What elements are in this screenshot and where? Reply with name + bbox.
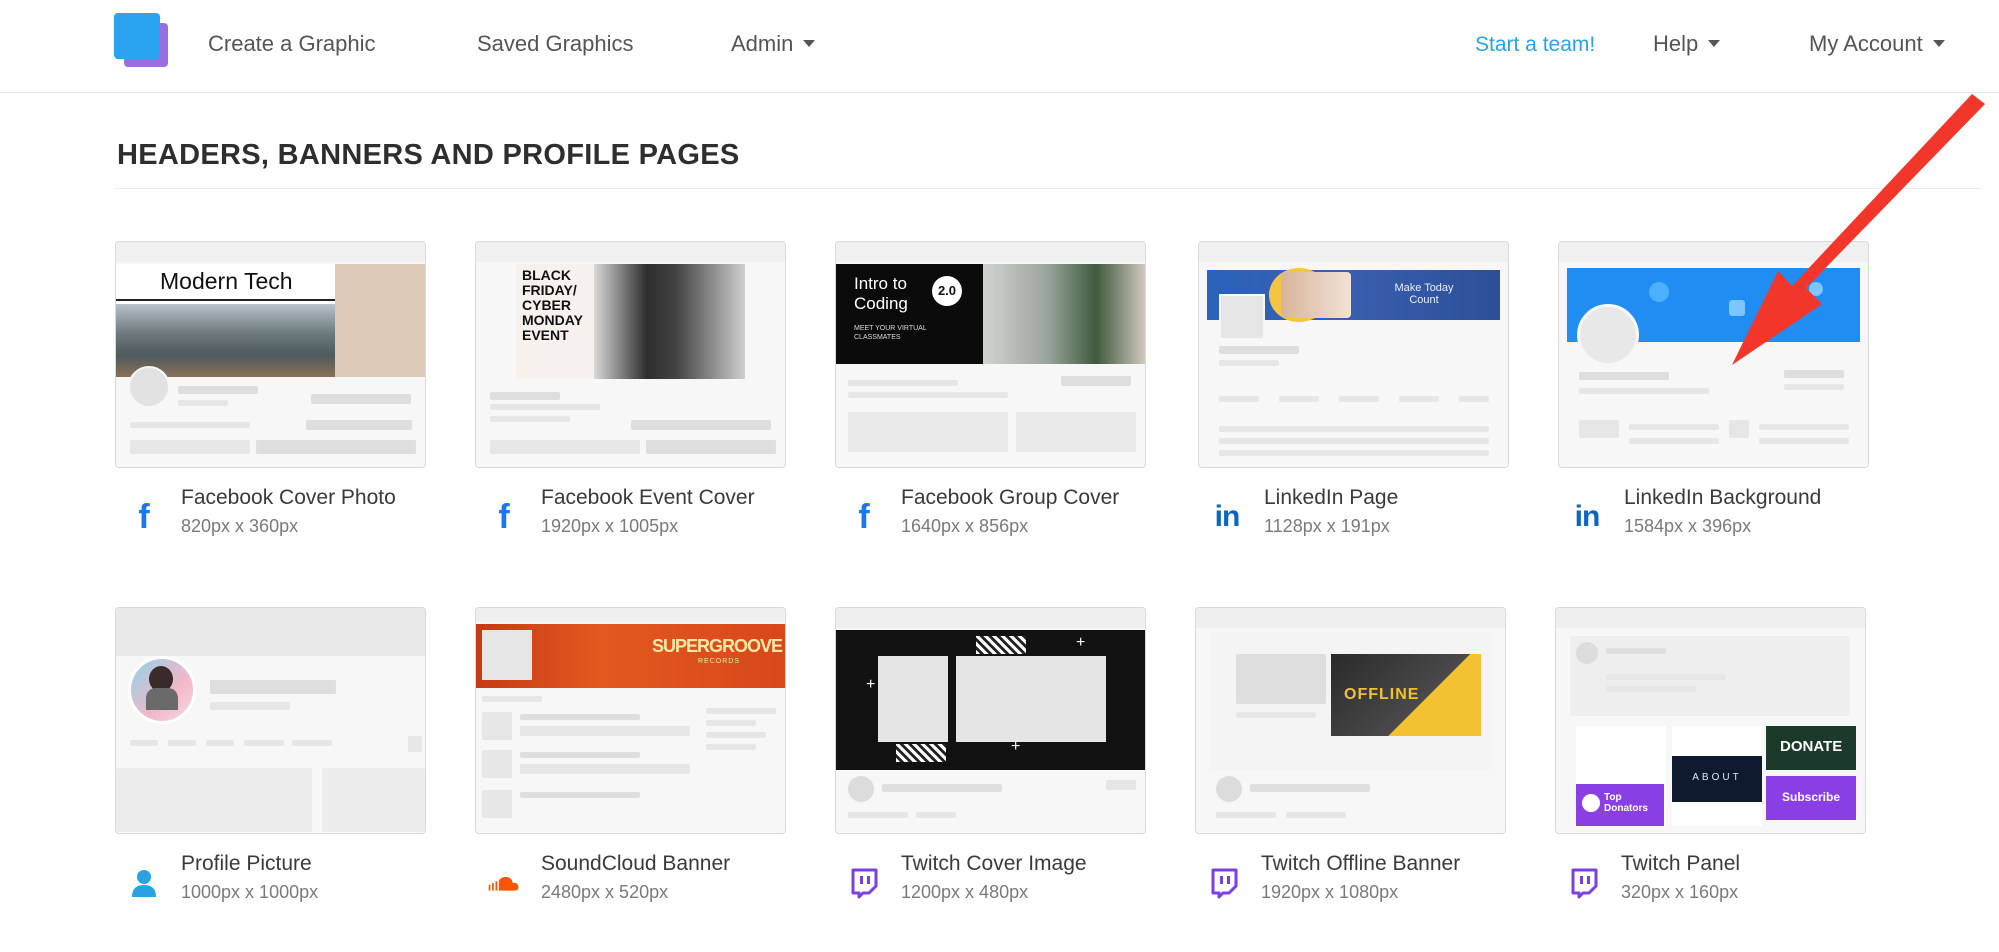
- app-logo[interactable]: [114, 13, 170, 69]
- template-size: 1920px x 1005px: [541, 516, 679, 536]
- template-thumbnail[interactable]: OFFLINE: [1195, 607, 1506, 834]
- thumb-badge: 2.0: [932, 276, 962, 306]
- nav-help-dropdown[interactable]: Help: [1653, 30, 1721, 58]
- template-name: LinkedIn Page: [1264, 486, 1399, 509]
- template-size: 1000px x 1000px: [181, 882, 319, 902]
- template-size: 2480px x 520px: [541, 882, 669, 902]
- nav-create-graphic[interactable]: Create a Graphic: [208, 30, 376, 58]
- thumb-heading: DONATE: [1780, 738, 1843, 755]
- template-size: 1200px x 480px: [901, 882, 1029, 902]
- template-name: Facebook Cover Photo: [181, 486, 396, 509]
- chevron-down-icon: [1932, 39, 1945, 47]
- template-card-facebook-cover-photo[interactable]: Modern Tech f Facebook Cover Photo 820px…: [115, 241, 426, 550]
- template-name: Twitch Offline Banner: [1261, 852, 1461, 875]
- template-name: SoundCloud Banner: [541, 852, 731, 875]
- thumb-heading: OFFLINE: [1344, 686, 1420, 703]
- template-name: Profile Picture: [181, 852, 312, 875]
- annotation-arrow-icon: [1732, 94, 1985, 365]
- template-card-linkedin-page[interactable]: Make Today Count in LinkedIn Page 1128px…: [1198, 241, 1509, 550]
- nav-help-label: Help: [1653, 31, 1699, 56]
- thumb-extra-text: Subscribe: [1781, 790, 1841, 804]
- soundcloud-icon: [488, 876, 519, 891]
- facebook-icon: f: [138, 498, 150, 536]
- template-thumbnail[interactable]: BLACK FRIDAY/ CYBER MONDAY EVENT: [475, 241, 786, 468]
- template-name: Facebook Group Cover: [901, 486, 1120, 509]
- template-thumbnail[interactable]: SUPERGROOVE RECORDS: [475, 607, 786, 834]
- section-title: HEADERS, BANNERS AND PROFILE PAGES: [117, 139, 740, 171]
- template-size: 1128px x 191px: [1264, 516, 1390, 536]
- user-icon: [132, 870, 156, 897]
- nav-account-label: My Account: [1809, 31, 1923, 56]
- template-thumbnail[interactable]: Intro to Coding 2.0 MEET YOUR VIRTUAL CL…: [835, 241, 1146, 468]
- nav-admin-label: Admin: [731, 31, 794, 56]
- template-card-soundcloud-banner[interactable]: SUPERGROOVE RECORDS SoundCloud Banner 24…: [475, 607, 786, 916]
- thumb-heading: Modern Tech: [160, 268, 293, 294]
- thumb-subtext: RECORDS: [698, 658, 741, 665]
- thumb-heading: Intro to Coding: [854, 274, 908, 313]
- nav-saved-graphics[interactable]: Saved Graphics: [477, 30, 634, 58]
- thumb-heading: BLACK FRIDAY/ CYBER MONDAY EVENT: [522, 267, 583, 343]
- template-size: 820px x 360px: [181, 516, 299, 536]
- template-size: 320px x 160px: [1621, 882, 1739, 902]
- template-name: LinkedIn Background: [1624, 486, 1822, 509]
- logo-front-square: [114, 13, 160, 59]
- template-size: 1584px x 396px: [1624, 516, 1752, 536]
- template-card-twitch-offline-banner[interactable]: OFFLINE Twitch Offline Banner 1920px x 1…: [1195, 607, 1506, 916]
- chevron-down-icon: [803, 39, 816, 47]
- template-name: Twitch Panel: [1621, 852, 1741, 875]
- template-card-facebook-group-cover[interactable]: Intro to Coding 2.0 MEET YOUR VIRTUAL CL…: [835, 241, 1146, 550]
- template-thumbnail[interactable]: Top Donators ABOUT DONATE Subscribe: [1555, 607, 1866, 834]
- nav-admin-dropdown[interactable]: Admin: [731, 30, 816, 58]
- facebook-icon: f: [858, 498, 870, 536]
- thumb-subtext: MEET YOUR VIRTUAL CLASSMATES: [854, 325, 927, 341]
- template-thumbnail[interactable]: [115, 607, 426, 834]
- top-navbar: Create a Graphic Saved Graphics Admin St…: [0, 0, 1999, 93]
- thumb-extra-text-2: Top Donators: [1604, 792, 1648, 814]
- nav-start-team-link[interactable]: Start a team!: [1475, 31, 1595, 59]
- nav-my-account-dropdown[interactable]: My Account: [1809, 30, 1945, 58]
- thumb-heading: Make Today Count: [1394, 282, 1454, 306]
- template-card-profile-picture[interactable]: Profile Picture 1000px x 1000px: [115, 607, 426, 916]
- chevron-down-icon: [1708, 39, 1721, 47]
- template-card-facebook-event-cover[interactable]: BLACK FRIDAY/ CYBER MONDAY EVENT f Faceb…: [475, 241, 786, 550]
- linkedin-icon: in: [1574, 500, 1601, 533]
- template-card-twitch-panel[interactable]: Top Donators ABOUT DONATE Subscribe Twit…: [1555, 607, 1866, 916]
- template-card-twitch-cover-image[interactable]: + + + Twitch Cover Image 1200px x 480px: [835, 607, 1146, 916]
- twitch-icon: [1571, 868, 1598, 899]
- twitch-icon: [1211, 868, 1238, 899]
- twitch-icon: [851, 868, 878, 899]
- thumb-heading: SUPERGROOVE: [652, 636, 783, 656]
- facebook-icon: f: [498, 498, 510, 536]
- template-thumbnail[interactable]: + + +: [835, 607, 1146, 834]
- thumb-subtext: ABOUT: [1692, 772, 1742, 783]
- template-size: 1920px x 1080px: [1261, 882, 1399, 902]
- linkedin-icon: in: [1214, 500, 1241, 533]
- template-name: Facebook Event Cover: [541, 486, 755, 509]
- template-thumbnail[interactable]: Modern Tech: [115, 241, 426, 468]
- template-size: 1640px x 856px: [901, 516, 1029, 536]
- template-thumbnail[interactable]: Make Today Count: [1198, 241, 1509, 468]
- template-name: Twitch Cover Image: [901, 852, 1087, 875]
